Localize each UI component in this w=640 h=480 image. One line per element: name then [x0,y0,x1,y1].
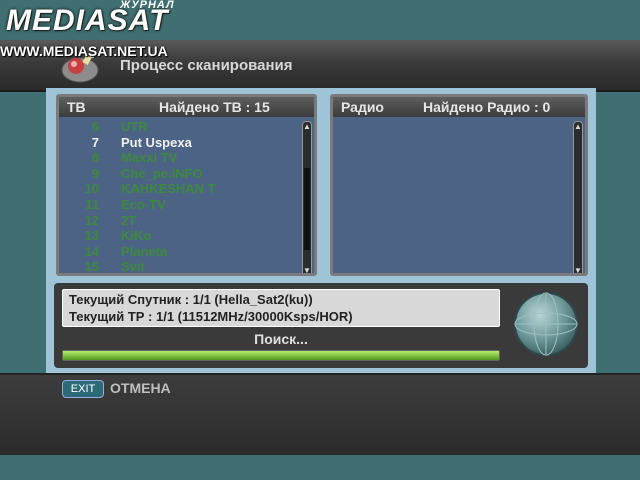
scroll-down-icon[interactable]: ▼ [574,266,582,273]
channel-name: Maxxi TV [121,150,178,166]
channel-row[interactable]: 12 2T [59,213,297,229]
tv-scrollbar[interactable]: ▲ ▼ [302,121,312,273]
channel-number: 11 [85,197,99,212]
channel-name: Svit [121,259,145,275]
channel-name: Eco-TV [121,197,166,212]
current-satellite-text: Текущий Спутник : 1/1 (Hella_Sat2(ku)) [69,292,313,307]
channel-number: 6 [91,119,99,134]
channel-name: Put Uspexa [121,134,192,150]
scan-info-box: Текущий Спутник : 1/1 (Hella_Sat2(ku)) Т… [62,289,500,327]
brand-journal-label: ЖУРНАЛ [120,0,175,11]
channel-row[interactable]: 13 KiKo [59,228,297,244]
scroll-down-icon[interactable]: ▼ [303,266,311,273]
channel-number: 12 [84,212,99,228]
tv-scroll-thumb[interactable] [304,167,310,250]
tv-found-count: Найдено ТВ : 15 [159,99,270,115]
tv-panel-header: ТВ Найдено ТВ : 15 [59,97,314,117]
radio-channel-list[interactable]: Радио Найдено Радио : 0 ▲ ▼ [330,94,588,276]
brand-url: WWW.MEDIASAT.NET.UA [0,43,168,59]
channel-name: UTR [121,119,148,134]
channel-number: 14 [84,243,99,259]
page-title: Процесс сканирования [120,57,293,74]
channel-number: 8 [91,150,99,166]
scroll-up-icon[interactable]: ▲ [574,122,582,132]
channel-number: 10 [84,181,99,197]
cancel-label: ОТМЕНА [110,380,171,396]
channel-row[interactable]: 11 Eco-TV [59,197,297,213]
channel-row[interactable]: 7 Put Uspexa [59,135,297,151]
globe-icon [513,291,579,362]
channel-row[interactable]: 10 KAHKESHAN T [59,181,297,197]
exit-key-button[interactable]: EXIT [62,380,104,398]
searching-text: Поиск... [254,331,308,347]
tv-channel-list[interactable]: ТВ Найдено ТВ : 15 6 UTR 7 Put Uspexa 8 Maxxi… [56,94,317,276]
channel-name: KAHKESHAN T [121,181,216,197]
scan-progress-bar [62,350,500,361]
channel-name: Che_pe.INFO [121,165,203,181]
channel-number: 13 [84,228,99,244]
scan-progress-fill [63,351,499,360]
channel-name: Planeta [121,243,168,259]
scroll-up-icon[interactable]: ▲ [303,122,311,132]
channel-name: KiKo [121,228,152,244]
tv-panel-label: ТВ [67,99,86,115]
channel-number: 15 [84,259,99,275]
channel-row[interactable]: 15 Svit [59,259,297,275]
current-tp-text: Текущий ТР : 1/1 (11512MHz/30000Ksps/HOR… [69,309,353,324]
channel-row[interactable]: 6 UTR [59,119,297,135]
radio-panel-label: Радио [341,99,384,115]
channel-row[interactable]: 9 Che_pe.INFO [59,166,297,182]
radio-found-count: Найдено Радио : 0 [423,99,551,115]
channel-row[interactable]: 14 Planeta [59,244,297,260]
channel-name: 2T [121,212,137,228]
radio-scrollbar[interactable]: ▲ ▼ [573,121,583,273]
radio-panel-header: Радио Найдено Радио : 0 [333,97,585,117]
channel-number: 9 [91,165,99,181]
channel-row[interactable]: 8 Maxxi TV [59,150,297,166]
channel-number: 7 [91,134,99,150]
